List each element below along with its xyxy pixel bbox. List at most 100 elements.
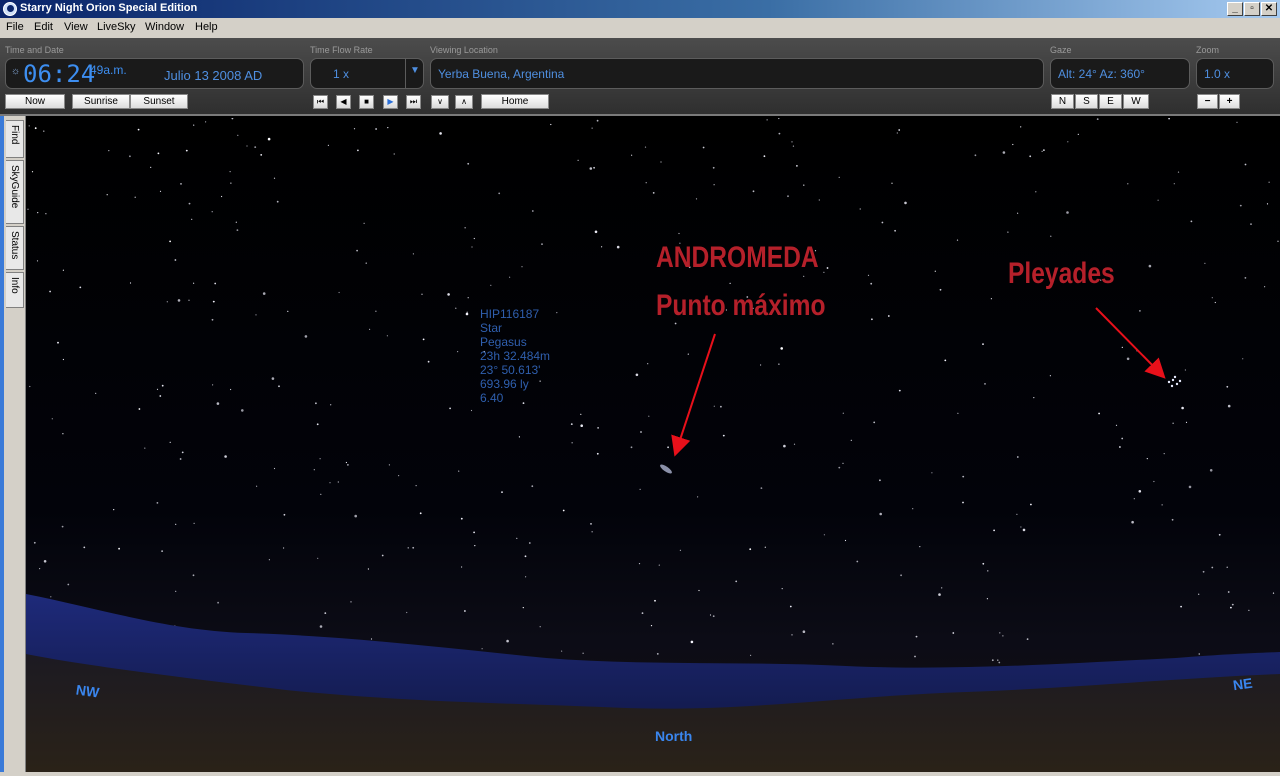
andromeda-arrow [671, 333, 716, 457]
star [214, 282, 217, 285]
minimize-button[interactable]: _ [1227, 2, 1243, 16]
star [1185, 421, 1188, 423]
star [957, 412, 959, 414]
time-date-label: Time and Date [5, 45, 64, 55]
compass-north: North [655, 728, 693, 744]
play-icon[interactable]: ▶ [383, 95, 398, 109]
star [1264, 286, 1266, 288]
star [419, 512, 422, 515]
step-back-icon[interactable]: ⏮ [313, 95, 328, 109]
tab-info[interactable]: Info [6, 272, 24, 308]
info-value: 23° 50.613' [480, 363, 541, 377]
star [1250, 223, 1252, 225]
star [525, 576, 527, 578]
menu-livesky[interactable]: LiveSky [97, 21, 136, 33]
menu-file[interactable]: File [6, 21, 24, 33]
star [832, 643, 834, 645]
gaze-east-button[interactable]: E [1099, 94, 1122, 109]
star [337, 481, 339, 483]
star [137, 128, 140, 131]
star [783, 444, 786, 448]
star [407, 547, 409, 549]
tab-status[interactable]: Status [6, 226, 24, 270]
star [778, 118, 780, 120]
sunset-button[interactable]: Sunset [130, 94, 188, 109]
star [150, 166, 152, 168]
star [596, 452, 599, 455]
sunrise-button[interactable]: Sunrise [72, 94, 130, 109]
star [589, 167, 593, 170]
step-forward-icon[interactable]: ⏭ [406, 95, 421, 109]
zoom-in-button[interactable]: + [1219, 94, 1240, 109]
menu-edit[interactable]: Edit [34, 21, 53, 33]
menu-window[interactable]: Window [145, 21, 184, 33]
star [61, 525, 64, 528]
star [1227, 404, 1231, 408]
star [180, 183, 182, 185]
star [645, 182, 647, 184]
star [974, 154, 977, 157]
maximize-button[interactable]: ▫ [1244, 2, 1260, 16]
star [904, 201, 907, 205]
gaze-south-button[interactable]: S [1075, 94, 1098, 109]
pleiades-star [1173, 375, 1177, 379]
star [647, 363, 649, 365]
star [1180, 605, 1182, 608]
star [1020, 526, 1022, 528]
star [780, 347, 783, 350]
star [639, 488, 641, 490]
star [1131, 520, 1134, 524]
now-button[interactable]: Now [5, 94, 65, 109]
chevron-up-icon[interactable]: ∧ [455, 95, 473, 109]
star [1148, 264, 1152, 268]
star [273, 177, 276, 179]
menu-view[interactable]: View [64, 21, 88, 33]
close-button[interactable]: ✕ [1261, 2, 1277, 16]
time-display[interactable]: 06:24 [23, 60, 95, 88]
gaze-panel[interactable]: Alt: 24° Az: 360° [1050, 58, 1190, 89]
star [506, 639, 509, 643]
star [900, 574, 902, 577]
star [999, 632, 1001, 634]
gaze-label: Gaze [1050, 45, 1072, 55]
sky-view[interactable]: Name: HIP116187 Object type: Star Conste… [26, 118, 1280, 772]
star [735, 580, 738, 583]
time-flow-panel[interactable]: 1 x ▼ [310, 58, 424, 89]
divider [405, 59, 406, 88]
star [1268, 181, 1270, 183]
star [254, 146, 257, 148]
star [283, 547, 285, 549]
star [1209, 469, 1213, 472]
star [654, 599, 656, 602]
menu-help[interactable]: Help [195, 21, 218, 33]
object-info-panel: Name: HIP116187 Object type: Star Conste… [26, 307, 626, 407]
location-panel[interactable]: Yerba Buena, Argentina [430, 58, 1044, 89]
time-date-panel[interactable]: ☼ 06:24 49a.m. Julio 13 2008 AD [5, 58, 304, 89]
star [356, 249, 358, 252]
zoom-panel[interactable]: 1.0 x [1196, 58, 1274, 89]
chevron-down-icon[interactable]: ∨ [431, 95, 449, 109]
gaze-north-button[interactable]: N [1051, 94, 1074, 109]
tab-find[interactable]: Find [6, 120, 24, 158]
star [1146, 458, 1148, 460]
star [231, 118, 234, 120]
stop-icon[interactable]: ■ [359, 95, 374, 109]
star [129, 282, 132, 284]
play-reverse-icon[interactable]: ◀ [336, 95, 351, 109]
compass-nw: NW [75, 681, 101, 701]
date-display[interactable]: Julio 13 2008 AD [164, 68, 262, 83]
pleiades-star [1175, 382, 1179, 386]
star [229, 171, 231, 173]
time-flow-value: 1 x [333, 67, 350, 81]
chevron-down-icon[interactable]: ▼ [410, 65, 420, 76]
star [528, 542, 531, 544]
tab-skyguide[interactable]: SkyGuide [6, 160, 24, 224]
star [273, 467, 276, 470]
time-seconds[interactable]: 49a.m. [90, 63, 127, 77]
annotation-punto-maximo: Punto máximo [656, 289, 826, 322]
star [997, 659, 999, 661]
zoom-out-button[interactable]: − [1197, 94, 1218, 109]
star [648, 415, 650, 417]
gaze-west-button[interactable]: W [1123, 94, 1149, 109]
home-button[interactable]: Home [481, 94, 549, 109]
